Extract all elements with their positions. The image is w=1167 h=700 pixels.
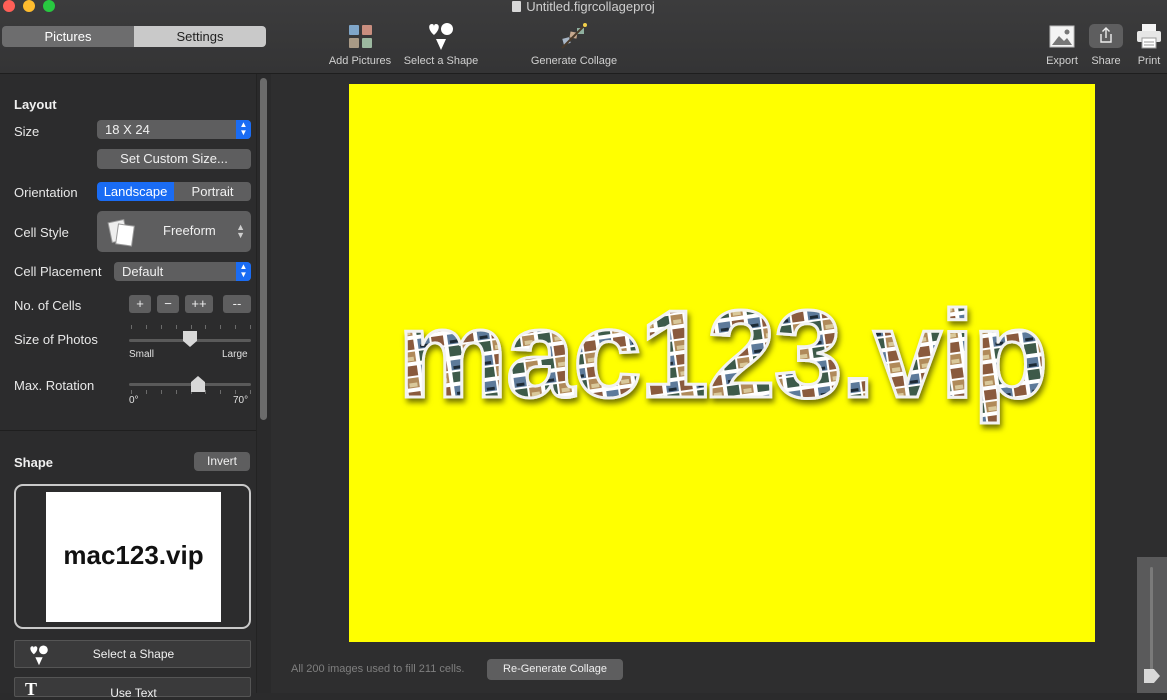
rotation-min-label: 0° xyxy=(129,395,139,406)
shape-section-title: Shape xyxy=(14,455,54,470)
section-divider xyxy=(0,430,256,431)
use-text-label: Use Text xyxy=(110,686,157,700)
popup-arrows-icon: ▲ ▼ xyxy=(236,120,251,139)
popup-arrows-icon: ▲ ▼ xyxy=(236,222,245,240)
cell-placement-value: Default xyxy=(122,264,164,279)
collage-artwork: mac123.vip xyxy=(396,285,1050,426)
collage-poster[interactable]: mac123.vip xyxy=(349,84,1095,642)
orientation-landscape[interactable]: Landscape xyxy=(97,182,174,201)
shape-preview-canvas: mac123.vip xyxy=(46,492,221,622)
heart-spade-triangle-icon xyxy=(429,23,453,50)
tab-settings[interactable]: Settings xyxy=(134,26,266,47)
sidebar-scroll-thumb[interactable] xyxy=(260,78,267,420)
cell-style-label: Cell Style xyxy=(14,225,69,240)
export-label: Export xyxy=(1046,55,1078,67)
size-max-label: Large xyxy=(222,349,248,360)
rotation-max-label: 70° xyxy=(233,395,249,406)
use-text-button[interactable]: T Use Text xyxy=(14,677,251,700)
orientation-control: Landscape Portrait xyxy=(97,182,251,201)
export-button[interactable]: Export xyxy=(1042,20,1082,67)
popup-arrows-icon: ▲ ▼ xyxy=(236,262,251,281)
generate-collage-button[interactable]: Generate Collage xyxy=(528,20,620,67)
size-value: 18 X 24 xyxy=(105,122,150,137)
document-icon xyxy=(512,1,522,12)
status-message: All 200 images used to fill 211 cells. xyxy=(291,663,465,675)
cell-style-value: Freeform xyxy=(163,223,216,238)
orientation-label: Orientation xyxy=(14,185,78,200)
max-rotation-label: Max. Rotation xyxy=(14,378,95,393)
orientation-portrait[interactable]: Portrait xyxy=(174,182,251,201)
share-label: Share xyxy=(1091,55,1121,67)
layout-section-title: Layout xyxy=(14,97,57,112)
tab-pictures[interactable]: Pictures xyxy=(2,26,134,47)
zoom-slider-knob[interactable] xyxy=(1144,669,1160,683)
freeform-cells-icon xyxy=(107,218,135,247)
size-of-photos-label: Size of Photos xyxy=(14,332,98,347)
window-title: Untitled.figrcollageproj xyxy=(0,0,1167,14)
collage-text-shape: mac123.vip xyxy=(398,286,1047,424)
shape-preview-text: mac123.vip xyxy=(63,540,204,570)
zoom-slider[interactable] xyxy=(1150,567,1153,682)
size-min-label: Small xyxy=(129,349,155,360)
cell-placement-label: Cell Placement xyxy=(14,264,102,279)
remove-cell-button[interactable]: − xyxy=(157,295,179,313)
sidebar-scrollbar[interactable] xyxy=(256,74,271,693)
toolbar: Untitled.figrcollageproj Pictures Settin… xyxy=(0,0,1167,74)
cell-placement-popup[interactable]: Default ▲ ▼ xyxy=(114,262,251,281)
invert-button[interactable]: Invert xyxy=(194,452,250,471)
add-cell-button[interactable]: + xyxy=(129,295,151,313)
print-label: Print xyxy=(1137,55,1161,67)
add-pictures-button[interactable]: Add Pictures xyxy=(327,20,393,67)
cell-style-popup[interactable]: Freeform ▲ ▼ xyxy=(97,211,251,252)
view-tabs: Pictures Settings xyxy=(2,26,266,47)
zoom-slider-panel xyxy=(1137,557,1167,693)
share-icon xyxy=(1089,24,1123,48)
add-pictures-label: Add Pictures xyxy=(328,55,392,67)
photo-grid-icon xyxy=(348,24,372,48)
add-many-cells-button[interactable]: ++ xyxy=(185,295,213,313)
set-custom-size-button[interactable]: Set Custom Size... xyxy=(97,149,251,169)
size-label: Size xyxy=(14,124,40,139)
select-shape-sidebar-button[interactable]: Select a Shape xyxy=(14,640,251,668)
select-shape-sidebar-label: Select a Shape xyxy=(92,647,175,661)
printer-icon xyxy=(1137,24,1161,49)
regenerate-collage-button[interactable]: Re-Generate Collage xyxy=(487,659,623,680)
select-shape-button[interactable]: Select a Shape xyxy=(401,20,481,67)
generate-collage-label: Generate Collage xyxy=(530,55,618,67)
collage-wand-icon xyxy=(561,23,587,49)
size-slider-ticks xyxy=(131,325,251,329)
share-button[interactable]: Share xyxy=(1088,20,1124,67)
remove-many-cells-button[interactable]: -- xyxy=(223,295,251,313)
image-export-icon xyxy=(1049,25,1075,48)
max-rotation-slider[interactable] xyxy=(129,383,251,386)
select-shape-label: Select a Shape xyxy=(403,55,479,67)
print-button[interactable]: Print xyxy=(1133,20,1165,67)
size-popup[interactable]: 18 X 24 ▲ ▼ xyxy=(97,120,251,139)
no-of-cells-label: No. of Cells xyxy=(14,298,82,313)
shape-preview[interactable]: mac123.vip xyxy=(14,484,251,629)
